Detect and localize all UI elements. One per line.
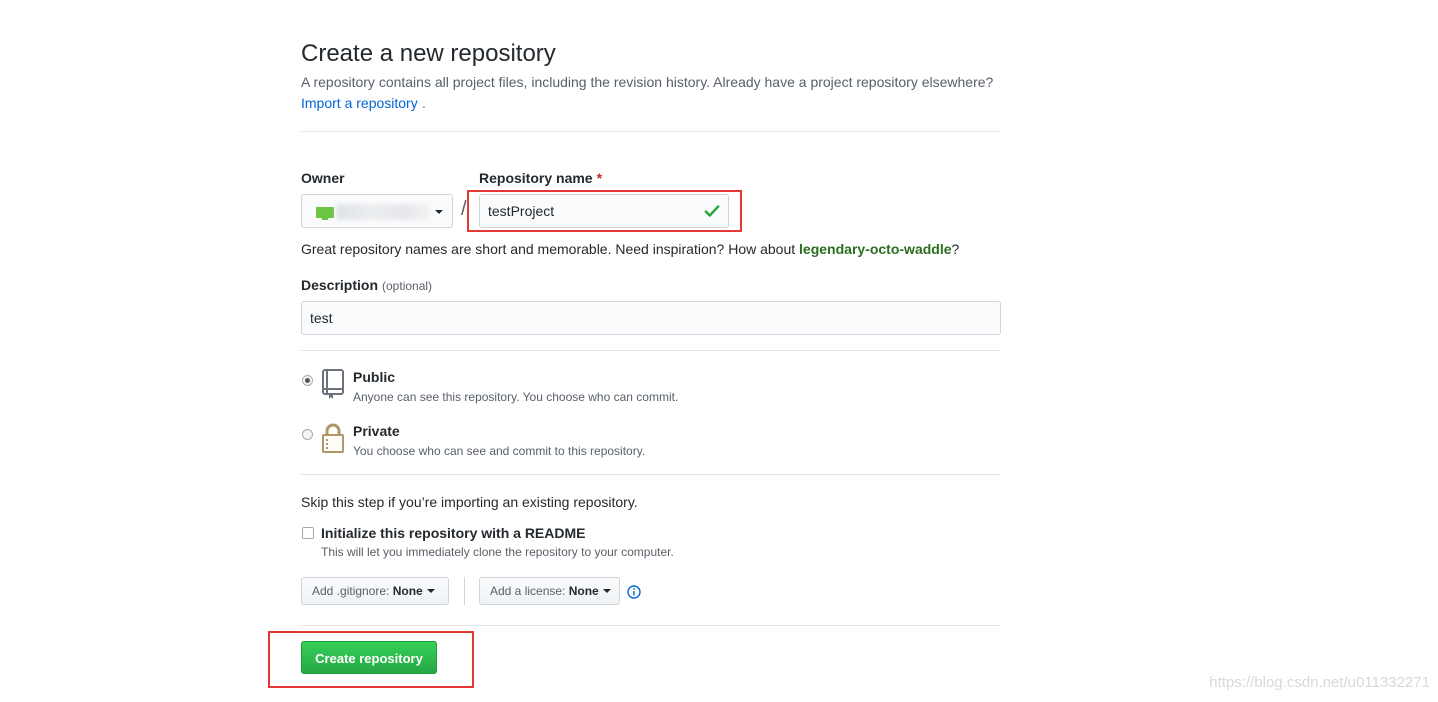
repo-name-label-text: Repository name xyxy=(479,170,593,186)
owner-name-redacted xyxy=(336,204,430,220)
divider xyxy=(301,350,1001,351)
name-suggestion-link[interactable]: legendary-octo-waddle xyxy=(799,241,951,257)
import-repository-link[interactable]: Import a repository xyxy=(301,95,418,111)
repo-name-label: Repository name * xyxy=(479,170,602,186)
gitignore-prefix: Add .gitignore: xyxy=(312,584,390,598)
owner-repo-separator: / xyxy=(461,198,467,220)
skip-step-text: Skip this step if you’re importing an ex… xyxy=(301,494,638,510)
optional-tag: (optional) xyxy=(382,279,433,293)
chevron-down-icon xyxy=(602,589,611,593)
highlight-box-create-button xyxy=(268,631,474,688)
public-radio[interactable] xyxy=(302,375,313,386)
description-label-text: Description xyxy=(301,277,379,293)
private-radio[interactable] xyxy=(302,429,313,440)
readme-desc: This will let you immediately clone the … xyxy=(321,545,674,559)
divider xyxy=(301,474,1001,475)
lock-icon xyxy=(322,423,344,453)
repo-book-icon xyxy=(322,369,344,399)
page-subtitle: A repository contains all project files,… xyxy=(301,74,994,90)
divider xyxy=(301,625,1001,626)
gitignore-value: None xyxy=(392,584,423,598)
dropdown-separator xyxy=(464,577,465,605)
license-prefix: Add a license: xyxy=(490,584,566,598)
description-label: Description (optional) xyxy=(301,277,432,293)
readme-label[interactable]: Initialize this repository with a README xyxy=(321,525,585,541)
highlight-box-repo-name xyxy=(467,190,742,232)
repo-name-hint: Great repository names are short and mem… xyxy=(301,241,959,257)
required-mark: * xyxy=(596,170,603,186)
owner-label: Owner xyxy=(301,170,345,186)
license-value: None xyxy=(568,584,599,598)
watermark: https://blog.csdn.net/u011332271 xyxy=(1209,674,1430,691)
hint-suffix: ? xyxy=(951,241,960,257)
public-desc: Anyone can see this repository. You choo… xyxy=(353,390,679,404)
readme-checkbox[interactable] xyxy=(302,527,314,539)
owner-avatar xyxy=(316,207,334,220)
divider xyxy=(301,131,1001,132)
description-input[interactable] xyxy=(301,301,1001,335)
license-dropdown[interactable]: Add a license: None xyxy=(479,577,620,605)
public-title[interactable]: Public xyxy=(353,369,395,385)
hint-text: Great repository names are short and mem… xyxy=(301,241,800,257)
private-title[interactable]: Private xyxy=(353,423,400,439)
chevron-down-icon xyxy=(435,210,443,214)
import-period: . xyxy=(422,95,426,111)
gitignore-dropdown[interactable]: Add .gitignore: None xyxy=(301,577,449,605)
chevron-down-icon xyxy=(426,589,435,593)
owner-select[interactable] xyxy=(301,194,453,228)
info-icon[interactable] xyxy=(627,585,641,599)
page-title: Create a new repository xyxy=(301,40,556,67)
private-desc: You choose who can see and commit to thi… xyxy=(353,444,646,458)
